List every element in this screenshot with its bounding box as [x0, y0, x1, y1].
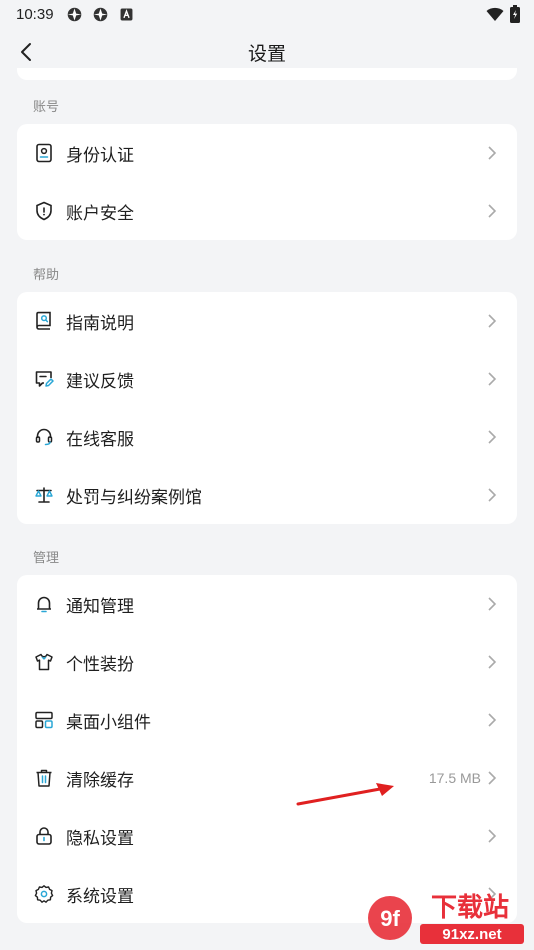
chevron-right-icon	[487, 770, 499, 786]
back-button[interactable]	[12, 38, 40, 66]
settings-item-label: 账户安全	[66, 203, 134, 223]
feedback-edit-icon	[33, 368, 55, 390]
guide-book-icon	[33, 310, 55, 332]
shield-icon	[33, 200, 55, 222]
settings-item-feedback[interactable]: 建议反馈	[17, 350, 517, 408]
section-title-help: 帮助	[33, 267, 60, 282]
status-time: 10:39	[16, 5, 54, 23]
bell-icon	[33, 593, 55, 615]
headset-icon	[33, 426, 55, 448]
account-card: 身份认证 账户安全	[17, 124, 517, 240]
settings-item-label: 隐私设置	[66, 828, 134, 848]
widgets-icon	[33, 709, 55, 731]
watermark-domain: 91xz.net	[442, 926, 501, 943]
section-title-manage: 管理	[33, 550, 60, 565]
watermark: 9f 下载站 91xz.net	[360, 886, 530, 950]
settings-item-guide[interactable]: 指南说明	[17, 292, 517, 350]
cache-size-value: 17.5 MB	[428, 770, 481, 786]
watermark-title: 下载站	[431, 893, 509, 923]
settings-item-online-service[interactable]: 在线客服	[17, 408, 517, 466]
settings-item-personalization[interactable]: 个性装扮	[17, 633, 517, 691]
help-card: 指南说明 建议反馈 在线客服 处罚与纠纷案例馆	[17, 292, 517, 524]
annotation-arrow-icon	[296, 783, 394, 806]
previous-card-edge	[17, 68, 517, 80]
page-title: 设置	[247, 43, 286, 65]
wifi-icon	[486, 7, 504, 21]
status-bar: 10:39	[0, 0, 534, 28]
chevron-right-icon	[487, 145, 499, 161]
settings-item-clear-cache[interactable]: 清除缓存 17.5 MB	[17, 749, 517, 807]
manage-card: 通知管理 个性装扮 桌面小组件 清除缓存 17.5 MB 隐私设置 系统设置	[17, 575, 517, 923]
chevron-right-icon	[487, 429, 499, 445]
settings-item-label: 通知管理	[66, 596, 134, 616]
settings-item-notifications[interactable]: 通知管理	[17, 575, 517, 633]
settings-item-label: 系统设置	[66, 886, 134, 906]
chevron-right-icon	[487, 596, 499, 612]
scale-icon	[33, 484, 55, 506]
settings-item-privacy[interactable]: 隐私设置	[17, 807, 517, 865]
shirt-icon	[33, 651, 55, 673]
watermark-logo-text: 9f	[380, 906, 400, 931]
id-card-icon	[33, 142, 55, 164]
font-notification-icon	[120, 8, 132, 20]
gear-icon	[33, 883, 55, 905]
settings-item-label: 个性装扮	[66, 654, 134, 674]
app-notification-icon	[93, 7, 107, 21]
settings-item-label: 清除缓存	[66, 770, 134, 790]
settings-item-identity[interactable]: 身份认证	[17, 124, 517, 182]
chevron-right-icon	[487, 654, 499, 670]
chevron-right-icon	[487, 313, 499, 329]
chevron-right-icon	[487, 828, 499, 844]
chevron-right-icon	[487, 371, 499, 387]
settings-item-account-security[interactable]: 账户安全	[17, 182, 517, 240]
chevron-right-icon	[487, 203, 499, 219]
app-notification-icon	[67, 7, 81, 21]
chevron-right-icon	[487, 712, 499, 728]
battery-icon	[510, 5, 520, 23]
settings-item-label: 身份认证	[66, 145, 134, 165]
settings-item-label: 在线客服	[66, 429, 134, 449]
chevron-left-icon	[21, 43, 31, 61]
settings-item-label: 指南说明	[66, 313, 134, 333]
watermark-logo: 9f 下载站 91xz.net	[368, 893, 524, 944]
trash-icon	[33, 767, 55, 789]
lock-icon	[33, 825, 55, 847]
settings-item-label: 建议反馈	[66, 371, 134, 391]
section-title-account: 账号	[33, 99, 60, 114]
settings-item-label: 处罚与纠纷案例馆	[66, 487, 202, 507]
chevron-right-icon	[487, 487, 499, 503]
settings-item-widgets[interactable]: 桌面小组件	[17, 691, 517, 749]
settings-item-label: 桌面小组件	[66, 712, 151, 732]
settings-item-penalty-cases[interactable]: 处罚与纠纷案例馆	[17, 466, 517, 524]
